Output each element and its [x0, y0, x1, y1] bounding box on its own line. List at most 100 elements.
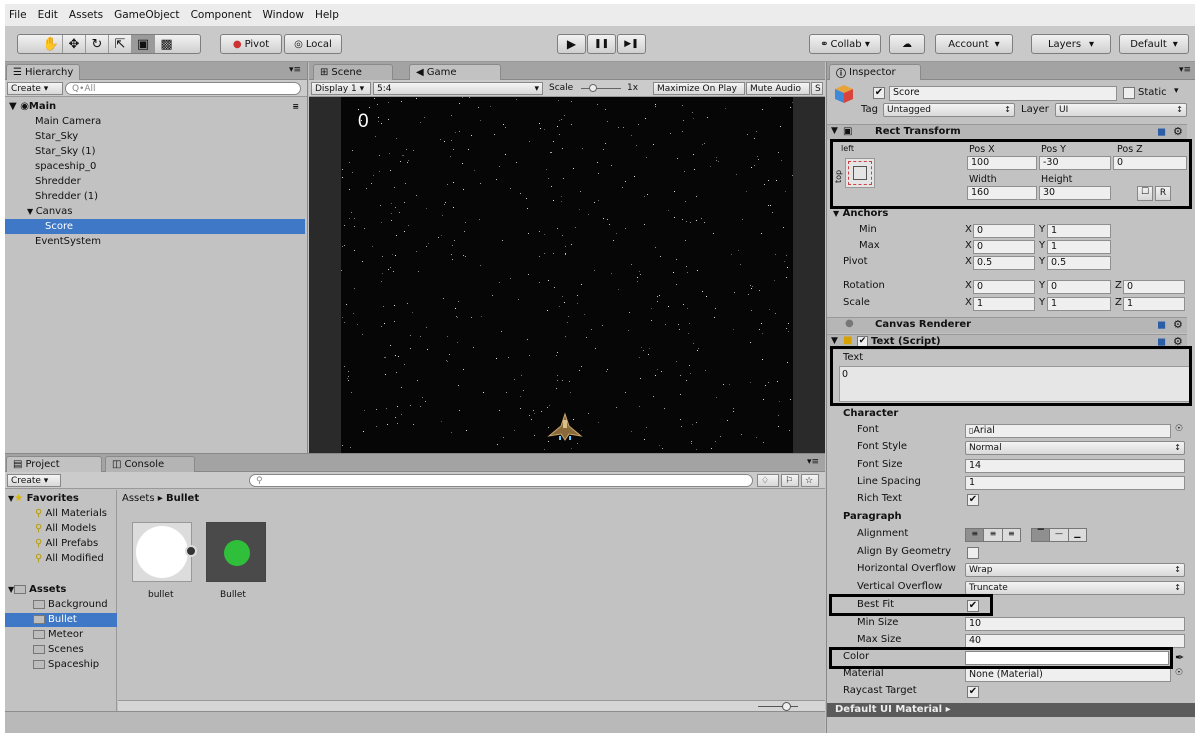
move-icon[interactable]: ✥: [63, 35, 86, 53]
folder-item[interactable]: Background: [5, 598, 117, 612]
tab-inspector[interactable]: ⓘ Inspector: [829, 64, 921, 80]
raycast-checkbox[interactable]: ✔: [967, 686, 979, 698]
static-checkbox[interactable]: [1123, 87, 1135, 99]
asset-name[interactable]: Bullet: [220, 590, 246, 600]
asset-name[interactable]: bullet: [148, 590, 173, 600]
project-create-dropdown[interactable]: Create ▾: [7, 474, 61, 487]
color-swatch[interactable]: [965, 651, 1169, 665]
font-style-dropdown[interactable]: Normal: [965, 441, 1185, 455]
best-fit-checkbox[interactable]: ✔: [967, 600, 979, 612]
favorite-item[interactable]: ⚲ All Models: [5, 522, 96, 536]
folder-item[interactable]: Meteor: [5, 628, 117, 642]
font-field[interactable]: ▯Arial: [965, 424, 1171, 438]
pos-z-field[interactable]: 0: [1113, 156, 1187, 170]
help-book-icon[interactable]: ◼: [1157, 335, 1166, 348]
pos-x-field[interactable]: 100: [967, 156, 1037, 170]
step-button[interactable]: ▶❚: [617, 34, 646, 54]
game-screen[interactable]: 0: [341, 97, 793, 453]
width-field[interactable]: 160: [967, 186, 1037, 200]
menu-item[interactable]: File: [9, 9, 27, 21]
anchor-max-y-field[interactable]: 1: [1047, 240, 1111, 254]
align-middle-icon[interactable]: —: [1050, 529, 1069, 541]
pivot-button[interactable]: ● Pivot: [220, 34, 282, 54]
height-field[interactable]: 30: [1039, 186, 1111, 200]
pause-button[interactable]: ❚❚: [587, 34, 616, 54]
menu-item[interactable]: Window: [263, 9, 304, 21]
scene-menu-icon[interactable]: ≡: [292, 99, 299, 114]
tag-dropdown[interactable]: Untagged: [883, 103, 1015, 117]
tab-game[interactable]: ◀ Game: [409, 64, 501, 80]
menu-item[interactable]: Component: [191, 9, 252, 21]
favorites-node[interactable]: ▼★ Favorites: [5, 492, 79, 506]
folder-item[interactable]: Scenes: [5, 643, 117, 657]
layers-dropdown[interactable]: Layers ▾: [1031, 34, 1111, 54]
pivot-x-field[interactable]: 0.5: [973, 256, 1035, 270]
component-settings-icon[interactable]: ⚙: [1173, 335, 1183, 348]
favorite-star-button[interactable]: ☆: [801, 474, 819, 487]
account-dropdown[interactable]: Account ▾: [935, 34, 1013, 54]
layer-dropdown[interactable]: UI: [1055, 103, 1187, 117]
asset-thumbnail-prefab[interactable]: [206, 522, 266, 582]
text-content-area[interactable]: 0: [839, 366, 1191, 402]
gameobject-name-field[interactable]: Score: [889, 86, 1117, 101]
text-script-header[interactable]: ▼ ■ ✔ Text (Script) ◼ ⚙: [827, 334, 1187, 350]
help-book-icon[interactable]: ◼: [1157, 125, 1166, 138]
menu-item[interactable]: Edit: [38, 9, 58, 21]
hierarchy-item[interactable]: Shredder (1): [5, 189, 305, 204]
breadcrumb-root[interactable]: Assets: [122, 493, 155, 504]
max-size-field[interactable]: 40: [965, 634, 1185, 648]
canvas-renderer-header[interactable]: ● Canvas Renderer ◼ ⚙: [827, 317, 1187, 333]
pivot-y-field[interactable]: 0.5: [1047, 256, 1111, 270]
scale-x-field[interactable]: 1: [973, 297, 1035, 311]
favorite-item[interactable]: ⚲ All Prefabs: [5, 537, 98, 551]
hierarchy-item[interactable]: spaceship_0: [5, 159, 305, 174]
default-material-bar[interactable]: Default UI Material ▸: [827, 703, 1195, 717]
tab-hierarchy[interactable]: ☰ Hierarchy: [6, 64, 81, 80]
blueprint-mode-button[interactable]: ☐: [1137, 186, 1153, 201]
static-dropdown-arrow-icon[interactable]: ▾: [1174, 86, 1179, 96]
maximize-on-play-toggle[interactable]: Maximize On Play: [653, 82, 745, 95]
panel-menu-icon[interactable]: ▾≡: [807, 457, 819, 467]
scale-slider-thumb[interactable]: [589, 84, 597, 92]
anchor-min-y-field[interactable]: 1: [1047, 224, 1111, 238]
rotation-z-field[interactable]: 0: [1123, 280, 1185, 294]
folder-item[interactable]: Spaceship: [5, 658, 117, 672]
active-checkbox[interactable]: ✔: [873, 87, 885, 99]
filter-type-button[interactable]: ♢: [757, 474, 779, 487]
menu-item[interactable]: Assets: [69, 9, 103, 21]
material-field[interactable]: None (Material): [965, 668, 1171, 682]
rect-icon[interactable]: ▣: [132, 35, 155, 53]
favorite-item[interactable]: ⚲ All Materials: [5, 507, 107, 521]
transform-icon[interactable]: ▩: [155, 35, 178, 53]
line-spacing-field[interactable]: 1: [965, 476, 1185, 490]
font-size-field[interactable]: 14: [965, 459, 1185, 473]
scene-root[interactable]: ▼ ◉Main ≡: [5, 99, 305, 114]
thumbnail-size-slider[interactable]: [758, 706, 798, 707]
hierarchy-item[interactable]: Main Camera: [5, 114, 305, 129]
tab-scene[interactable]: ⊞ Scene: [313, 64, 393, 80]
scale-y-field[interactable]: 1: [1047, 297, 1111, 311]
help-book-icon[interactable]: ◼: [1157, 318, 1166, 331]
min-size-field[interactable]: 10: [965, 617, 1185, 631]
align-bottom-icon[interactable]: ▁: [1068, 529, 1086, 541]
rich-text-checkbox[interactable]: ✔: [967, 494, 979, 506]
v-overflow-dropdown[interactable]: Truncate: [965, 581, 1185, 595]
panel-menu-icon[interactable]: ▾≡: [289, 65, 301, 75]
hierarchy-item[interactable]: Star_Sky: [5, 129, 305, 144]
anchor-min-x-field[interactable]: 0: [973, 224, 1035, 238]
play-button[interactable]: ▶: [557, 34, 586, 54]
favorite-item[interactable]: ⚲ All Modified: [5, 552, 104, 566]
filter-label-button[interactable]: ⚐: [781, 474, 799, 487]
cloud-button[interactable]: ☁: [889, 34, 925, 54]
menu-item[interactable]: Help: [315, 9, 339, 21]
align-top-icon[interactable]: ▔: [1032, 529, 1051, 541]
object-picker-icon[interactable]: ☉: [1175, 668, 1183, 678]
layout-dropdown[interactable]: Default ▾: [1119, 34, 1189, 54]
anchors-foldout[interactable]: ▼ Anchors: [833, 208, 888, 219]
scale-slider[interactable]: [581, 88, 621, 89]
align-left-icon[interactable]: ≡: [966, 529, 985, 541]
thumbnail-size-thumb[interactable]: [782, 702, 791, 711]
hierarchy-item[interactable]: ▼ Canvas: [5, 204, 305, 219]
object-picker-icon[interactable]: ☉: [1175, 424, 1183, 434]
display-dropdown[interactable]: Display 1 ▾: [311, 82, 371, 95]
